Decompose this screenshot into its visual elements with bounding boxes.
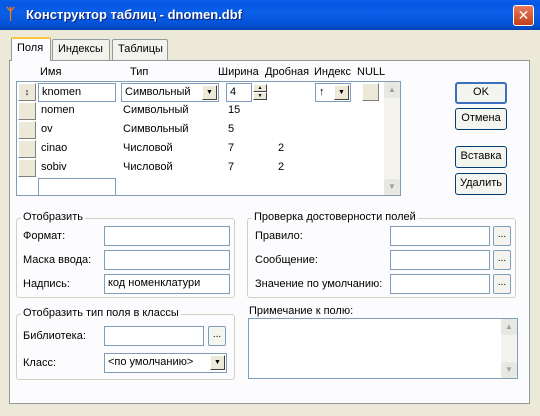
- chevron-down-icon[interactable]: ▼: [334, 85, 349, 100]
- table-row[interactable]: ov Символьный 5: [17, 121, 385, 140]
- title-bar: ᛉ Конструктор таблиц - dnomen.dbf ✕: [0, 0, 540, 30]
- tab-fields[interactable]: Поля: [11, 37, 51, 61]
- row-move-handle[interactable]: [18, 159, 36, 177]
- fields-grid[interactable]: ↕ knomen Символьный ▼ 4 ▲ ▼ ↑ ▼ nomen Си…: [16, 81, 401, 196]
- format-input[interactable]: [104, 226, 230, 246]
- column-header-type: Тип: [130, 66, 149, 78]
- spin-up-icon[interactable]: ▲: [253, 84, 267, 92]
- default-value-builder-button[interactable]: ...: [493, 274, 511, 294]
- field-type-value: Символьный: [125, 86, 191, 98]
- row-move-handle[interactable]: [18, 121, 36, 139]
- default-value-label: Значение по умолчанию:: [255, 278, 383, 290]
- column-header-decimals: Дробная: [265, 66, 310, 78]
- field-type: Символьный: [123, 104, 189, 116]
- field-width-input[interactable]: 4: [226, 83, 252, 102]
- library-label: Библиотека:: [23, 330, 86, 342]
- insert-button[interactable]: Вставка: [455, 146, 507, 168]
- caption-input[interactable]: код номенклатури: [104, 274, 230, 294]
- chevron-down-icon[interactable]: ▼: [210, 355, 225, 370]
- field-name: ov: [41, 123, 53, 135]
- column-header-name: Имя: [40, 66, 62, 78]
- fox-icon: ᛉ: [6, 6, 16, 23]
- table-row[interactable]: ↕ knomen Символьный ▼ 4 ▲ ▼ ↑ ▼: [17, 83, 385, 102]
- library-input[interactable]: [104, 326, 204, 346]
- field-name: nomen: [41, 104, 75, 116]
- message-input[interactable]: [390, 250, 490, 270]
- scroll-up-icon[interactable]: ▲: [501, 319, 517, 335]
- field-decimals: 2: [278, 142, 285, 154]
- scroll-down-icon[interactable]: ▼: [384, 179, 400, 195]
- input-mask-label: Маска ввода:: [23, 254, 92, 266]
- scroll-up-icon[interactable]: ▲: [384, 82, 400, 98]
- null-checkbox[interactable]: [362, 83, 379, 101]
- rule-input[interactable]: [390, 226, 490, 246]
- message-builder-button[interactable]: ...: [493, 250, 511, 270]
- table-row[interactable]: nomen Символьный 15: [17, 102, 385, 121]
- format-label: Формат:: [23, 230, 66, 242]
- field-name: cinao: [41, 142, 68, 154]
- grid-scrollbar[interactable]: ▲ ▼: [384, 82, 400, 195]
- scroll-down-icon[interactable]: ▼: [501, 362, 517, 378]
- class-label: Класс:: [23, 357, 56, 369]
- input-mask-input[interactable]: [104, 250, 230, 270]
- class-mapping-group-title: Отобразить тип поля в классы: [21, 307, 181, 319]
- new-field-input[interactable]: [38, 178, 116, 196]
- close-button[interactable]: ✕: [513, 5, 534, 26]
- width-spinner[interactable]: ▲ ▼: [253, 84, 267, 101]
- table-row[interactable]: sobiv Числовой 7 2: [17, 159, 385, 178]
- field-type: Символьный: [123, 123, 189, 135]
- field-name-input[interactable]: knomen: [38, 83, 116, 102]
- caption-label: Надпись:: [23, 278, 70, 290]
- comment-label: Примечание к полю:: [249, 305, 354, 317]
- field-index-combo[interactable]: ↑ ▼: [315, 83, 351, 102]
- row-move-handle[interactable]: ↕: [18, 83, 36, 101]
- field-type-combo[interactable]: Символьный ▼: [121, 83, 219, 102]
- delete-button[interactable]: Удалить: [455, 173, 507, 195]
- column-header-width: Ширина: [218, 66, 259, 78]
- row-move-handle[interactable]: [18, 102, 36, 120]
- spin-down-icon[interactable]: ▼: [253, 92, 267, 100]
- row-move-handle[interactable]: [18, 140, 36, 158]
- default-value-input[interactable]: [390, 274, 490, 294]
- field-type: Числовой: [123, 142, 173, 154]
- rule-builder-button[interactable]: ...: [493, 226, 511, 246]
- tab-tables[interactable]: Таблицы: [112, 39, 168, 60]
- field-width: 7: [228, 142, 235, 154]
- table-row[interactable]: cinao Числовой 7 2: [17, 140, 385, 159]
- column-header-index: Индекс: [314, 66, 351, 78]
- index-sort-icon: ↑: [319, 86, 325, 98]
- field-type: Числовой: [123, 161, 173, 173]
- rule-label: Правило:: [255, 230, 303, 242]
- validation-group-title: Проверка достоверности полей: [252, 211, 418, 223]
- column-header-null: NULL: [357, 66, 386, 78]
- field-width: 5: [228, 123, 235, 135]
- field-decimals: 2: [278, 161, 285, 173]
- field-width: 7: [228, 161, 235, 173]
- cancel-button[interactable]: Отмена: [455, 108, 507, 130]
- tab-indexes[interactable]: Индексы: [52, 39, 110, 60]
- message-label: Сообщение:: [255, 254, 318, 266]
- library-browse-button[interactable]: ...: [208, 326, 226, 346]
- window-title: Конструктор таблиц - dnomen.dbf: [26, 7, 242, 22]
- chevron-down-icon[interactable]: ▼: [202, 85, 217, 100]
- class-select-value: <по умолчанию>: [108, 356, 194, 368]
- class-select[interactable]: <по умолчанию> ▼: [104, 353, 227, 373]
- field-width: 15: [228, 104, 241, 116]
- display-group-title: Отобразить: [21, 211, 85, 223]
- field-name: sobiv: [41, 161, 67, 173]
- ok-button[interactable]: OK: [455, 82, 507, 104]
- comment-scrollbar[interactable]: ▲ ▼: [501, 319, 517, 378]
- comment-textarea[interactable]: ▲ ▼: [248, 318, 518, 379]
